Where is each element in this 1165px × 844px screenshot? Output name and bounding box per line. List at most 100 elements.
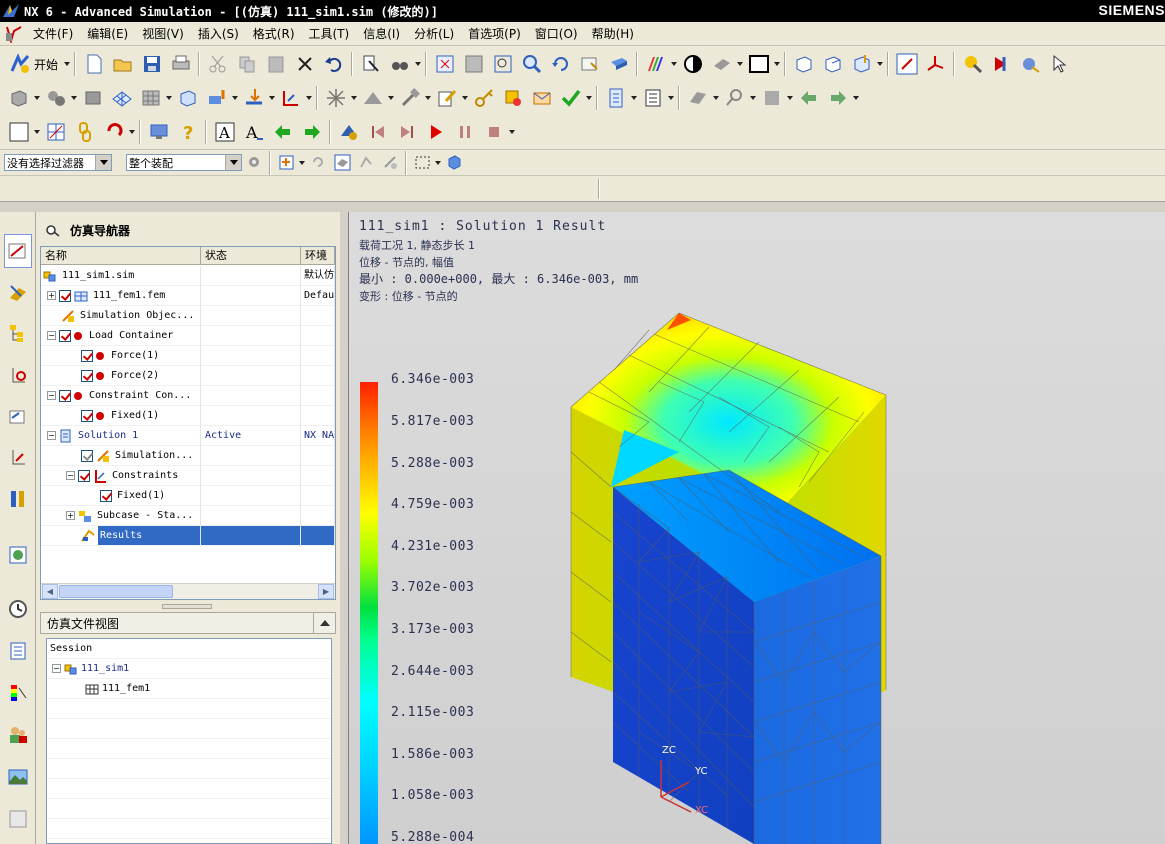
snap-point-button[interactable] — [275, 153, 297, 173]
surface-dropdown[interactable] — [387, 85, 395, 111]
pan-button[interactable] — [576, 51, 603, 77]
part-navigator-tab[interactable] — [4, 276, 32, 310]
tree-row-solution-1[interactable]: − Solution 1 Active NX NASTRAN — [41, 426, 335, 446]
tree-row-constraints[interactable]: − Constraints — [41, 466, 335, 486]
select-bodies-button[interactable] — [379, 153, 401, 173]
previous-result-button[interactable] — [269, 119, 296, 145]
background-button[interactable] — [745, 51, 772, 77]
mesh-button[interactable] — [5, 85, 32, 111]
scrollbar-thumb[interactable] — [59, 585, 173, 598]
rectangle-select-button[interactable] — [411, 153, 433, 173]
solve-button[interactable] — [470, 85, 497, 111]
mesh-grid-button[interactable] — [108, 85, 135, 111]
edit-tool-button[interactable] — [396, 85, 423, 111]
layout-button[interactable] — [42, 119, 69, 145]
panel-splitter-handle[interactable] — [162, 604, 212, 609]
menu-window[interactable]: 窗口(O) — [528, 23, 585, 45]
point-dropdown[interactable] — [350, 85, 358, 111]
return-dropdown[interactable] — [128, 119, 136, 145]
previous-button[interactable] — [795, 85, 822, 111]
tree-row-load-container[interactable]: − Load Container — [41, 326, 335, 346]
select-cursor-button[interactable] — [1046, 51, 1073, 77]
hd3d-tools-tab[interactable] — [4, 440, 32, 474]
paste-button[interactable] — [262, 51, 289, 77]
simulation-navigator-tab[interactable] — [4, 234, 32, 268]
face-analysis-dropdown[interactable] — [736, 51, 744, 77]
navigate-dropdown[interactable] — [852, 85, 860, 111]
tree-row-sim-file[interactable]: 111_sim1.sim 默认仿真 — [41, 266, 335, 286]
constraint-dropdown[interactable] — [305, 85, 313, 111]
tree-row-results[interactable]: Results — [41, 526, 335, 546]
menu-file[interactable]: 文件(F) — [26, 23, 80, 45]
check-dropdown[interactable] — [585, 85, 593, 111]
mesh-3d-button[interactable] — [174, 85, 201, 111]
orient-front-button[interactable] — [790, 51, 817, 77]
assembly-navigator-tab[interactable] — [4, 316, 32, 350]
grid-table-dropdown[interactable] — [165, 85, 173, 111]
mesh-dropdown[interactable] — [33, 85, 41, 111]
rotate-button[interactable] — [547, 51, 574, 77]
animation-button[interactable] — [145, 119, 172, 145]
rectangle-select-dropdown[interactable] — [434, 150, 442, 176]
tree-row-fixed-1[interactable]: Fixed(1) — [41, 406, 335, 426]
start-dropdown[interactable] — [63, 51, 71, 77]
constraint-button[interactable] — [277, 85, 304, 111]
visibility-checkbox[interactable] — [100, 489, 112, 502]
print-button[interactable] — [167, 51, 194, 77]
link-button[interactable] — [71, 119, 98, 145]
analysis-tool-3-button[interactable] — [1017, 51, 1044, 77]
animation-dropdown[interactable] — [508, 119, 516, 145]
shaded-button[interactable] — [679, 51, 706, 77]
nx-app-icon[interactable] — [2, 3, 20, 19]
scroll-right-icon[interactable]: ▶ — [318, 584, 334, 599]
element-button[interactable] — [79, 85, 106, 111]
copy-button[interactable] — [233, 51, 260, 77]
last-frame-button[interactable] — [393, 119, 420, 145]
csys-button[interactable] — [922, 51, 949, 77]
pause-button[interactable] — [451, 119, 478, 145]
menu-view[interactable]: 视图(V) — [135, 23, 191, 45]
model-check-button[interactable] — [528, 85, 555, 111]
column-header-environment[interactable]: 环境 — [301, 247, 335, 265]
visibility-checkbox[interactable] — [59, 289, 71, 302]
section-dropdown[interactable] — [712, 85, 720, 111]
face-analysis-button[interactable] — [708, 51, 735, 77]
document-menu-icon[interactable] — [4, 25, 24, 43]
chevron-up-icon[interactable] — [313, 613, 335, 633]
probe-dropdown[interactable] — [749, 85, 757, 111]
view-options-dropdown[interactable] — [414, 51, 422, 77]
zoom-button[interactable] — [518, 51, 545, 77]
materials-tab[interactable] — [4, 482, 32, 516]
post-view-button[interactable] — [335, 119, 362, 145]
post-processing-tab[interactable] — [4, 676, 32, 710]
force-button[interactable] — [240, 85, 267, 111]
select-tool-button[interactable] — [893, 51, 920, 77]
edit-mesh-dropdown[interactable] — [461, 85, 469, 111]
snap-point-dropdown[interactable] — [298, 150, 306, 176]
background-dropdown[interactable] — [773, 51, 781, 77]
undo-button[interactable] — [320, 51, 347, 77]
first-frame-button[interactable] — [364, 119, 391, 145]
type-filter-select[interactable]: 没有选择过滤器 — [4, 154, 112, 171]
return-button[interactable] — [100, 119, 127, 145]
tree-row-constraint-fixed-1[interactable]: Fixed(1) — [41, 486, 335, 506]
expand-plus-icon[interactable]: + — [47, 291, 56, 300]
tree-row-constraint-container[interactable]: − Constraint Con... — [41, 386, 335, 406]
select-faces-button[interactable] — [331, 153, 353, 173]
cut-button[interactable] — [204, 51, 231, 77]
menu-edit[interactable]: 编辑(E) — [80, 23, 135, 45]
menu-analysis[interactable]: 分析(L) — [407, 23, 461, 45]
list-dropdown[interactable] — [667, 85, 675, 111]
column-header-status[interactable]: 状态 — [201, 247, 301, 265]
edit-tool-dropdown[interactable] — [424, 85, 432, 111]
select-solid-button[interactable] — [443, 153, 465, 173]
analysis-tool-2-button[interactable] — [988, 51, 1015, 77]
perspective-button[interactable] — [605, 51, 632, 77]
constraint-navigator-tab[interactable] — [4, 358, 32, 392]
list-button[interactable] — [639, 85, 666, 111]
file-tree-fem[interactable]: 111_fem1 — [47, 679, 331, 699]
markup-button[interactable] — [758, 85, 785, 111]
collapse-minus-icon[interactable]: − — [47, 331, 56, 340]
web-browser-tab[interactable] — [4, 538, 32, 572]
expand-plus-icon[interactable]: + — [66, 511, 75, 520]
